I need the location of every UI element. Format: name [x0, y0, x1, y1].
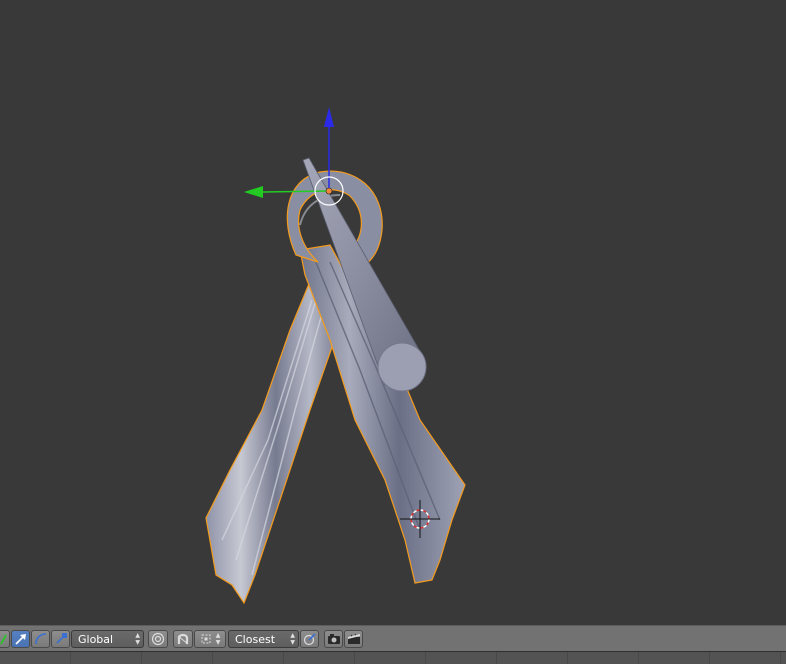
3d-viewport[interactable]: [0, 0, 786, 625]
scale-arrow-icon: [55, 633, 67, 644]
rotate-manipulator-button[interactable]: [31, 630, 50, 648]
z-axis-arrow[interactable]: [324, 107, 334, 127]
y-axis-arrow[interactable]: [244, 186, 263, 198]
snap-element-button[interactable]: ▲ ▼: [194, 630, 226, 648]
align-rotation-button[interactable]: [300, 630, 319, 648]
proportional-edit-icon: [151, 632, 165, 646]
snap-target-select[interactable]: Closest ▲ ▼: [228, 630, 299, 648]
select-arrows-icon: ▲ ▼: [215, 632, 221, 646]
translate-manipulator-button[interactable]: [11, 630, 30, 648]
object-origin: [325, 187, 333, 195]
render-animation-button[interactable]: [344, 630, 363, 648]
manipulator-hand-icon: [0, 634, 7, 645]
snap-toggle-button[interactable]: [173, 630, 193, 648]
timeline-strip[interactable]: [0, 651, 786, 664]
select-arrows-icon: ▲ ▼: [290, 632, 295, 646]
magnet-icon: [177, 633, 189, 645]
transform-orientation-value: Global: [78, 632, 114, 646]
clapper-icon: [347, 633, 360, 644]
snap-target-icon: [201, 634, 211, 644]
proportional-edit-button[interactable]: [148, 630, 168, 648]
translate-arrow-icon: [14, 634, 26, 645]
snap-target-value: Closest: [235, 632, 276, 646]
rotate-arc-icon: [34, 633, 46, 645]
scale-manipulator-button[interactable]: [51, 630, 70, 648]
select-arrows-icon: ▲ ▼: [135, 632, 140, 646]
cylinder-rod-cap: [377, 342, 427, 392]
transform-orientation-select[interactable]: Global ▲ ▼: [71, 630, 144, 648]
camera-icon: [327, 634, 340, 644]
manipulator-toggle-button[interactable]: [0, 630, 10, 648]
align-rotation-icon: [303, 633, 316, 646]
render-still-button[interactable]: [324, 630, 343, 648]
